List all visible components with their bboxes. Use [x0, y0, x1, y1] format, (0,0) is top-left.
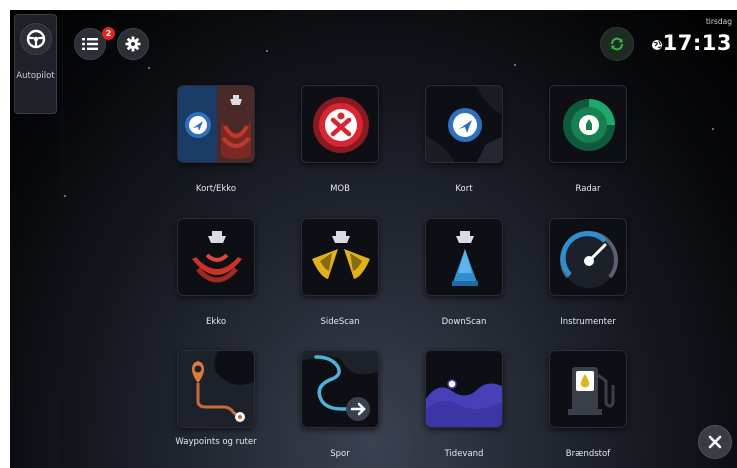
- sidescan-sonar-icon: [301, 218, 379, 296]
- echo-sonar-icon: [177, 218, 255, 296]
- autopilot-button[interactable]: Autopilot: [14, 14, 57, 114]
- track-icon: [301, 350, 379, 428]
- tile-label: Spor: [330, 449, 350, 459]
- day-label: tirsdag: [705, 17, 732, 26]
- gauge-icon: [549, 218, 627, 296]
- chart-echo-icon: [177, 85, 255, 163]
- tide-icon: [425, 350, 503, 428]
- sidebar-divider: [62, 10, 63, 468]
- close-button[interactable]: [698, 425, 732, 459]
- tile-label: Waypoints og ruter: [175, 437, 257, 447]
- tile-spor[interactable]: Spor: [290, 350, 390, 460]
- clock: 17:13: [662, 31, 732, 55]
- tile-label: Tidevand: [444, 449, 484, 459]
- steering-wheel-icon: [19, 23, 52, 55]
- tile-label: Brændstof: [565, 449, 611, 459]
- tile-braendstof[interactable]: Brændstof: [538, 350, 638, 460]
- tile-label: SideScan: [320, 317, 360, 327]
- close-icon: [708, 435, 722, 449]
- tile-kort-ekko[interactable]: Kort/Ekko: [166, 85, 266, 195]
- chart-icon: [425, 85, 503, 163]
- sync-status-button[interactable]: [600, 27, 634, 61]
- tile-label: Ekko: [205, 317, 227, 327]
- radar-icon: [549, 85, 627, 163]
- sync-icon: [611, 37, 623, 51]
- tile-label: Radar: [575, 184, 601, 194]
- tile-label: DownScan: [441, 317, 487, 327]
- tile-tidevand[interactable]: Tidevand: [414, 350, 514, 460]
- tile-label: Instrumenter: [560, 317, 616, 327]
- tile-label: MOB: [330, 184, 350, 194]
- tile-label: Kort/Ekko: [195, 184, 237, 194]
- autopilot-label: Autopilot: [16, 71, 55, 81]
- tile-radar[interactable]: Radar: [538, 85, 638, 195]
- tile-waypoints[interactable]: Waypoints og ruter: [166, 350, 266, 448]
- waypoint-route-icon: [177, 350, 255, 428]
- downscan-sonar-icon: [425, 218, 503, 296]
- home-screen: Autopilot 2 tirsdag 17:13 Kort/Ekko MOB …: [10, 10, 737, 468]
- list-icon: [82, 38, 98, 50]
- tile-sidescan[interactable]: SideScan: [290, 218, 390, 328]
- man-overboard-icon: [301, 85, 379, 163]
- gear-icon: [125, 36, 141, 52]
- tile-kort[interactable]: Kort: [414, 85, 514, 195]
- tile-instrumenter[interactable]: Instrumenter: [538, 218, 638, 328]
- globe-icon[interactable]: [651, 36, 663, 55]
- tile-label: Kort: [455, 184, 473, 194]
- notification-badge: 2: [102, 27, 115, 40]
- tile-ekko[interactable]: Ekko: [166, 218, 266, 328]
- fuel-pump-icon: [549, 350, 627, 428]
- settings-button[interactable]: [117, 28, 149, 60]
- tile-mob[interactable]: MOB: [290, 85, 390, 195]
- tile-downscan[interactable]: DownScan: [414, 218, 514, 328]
